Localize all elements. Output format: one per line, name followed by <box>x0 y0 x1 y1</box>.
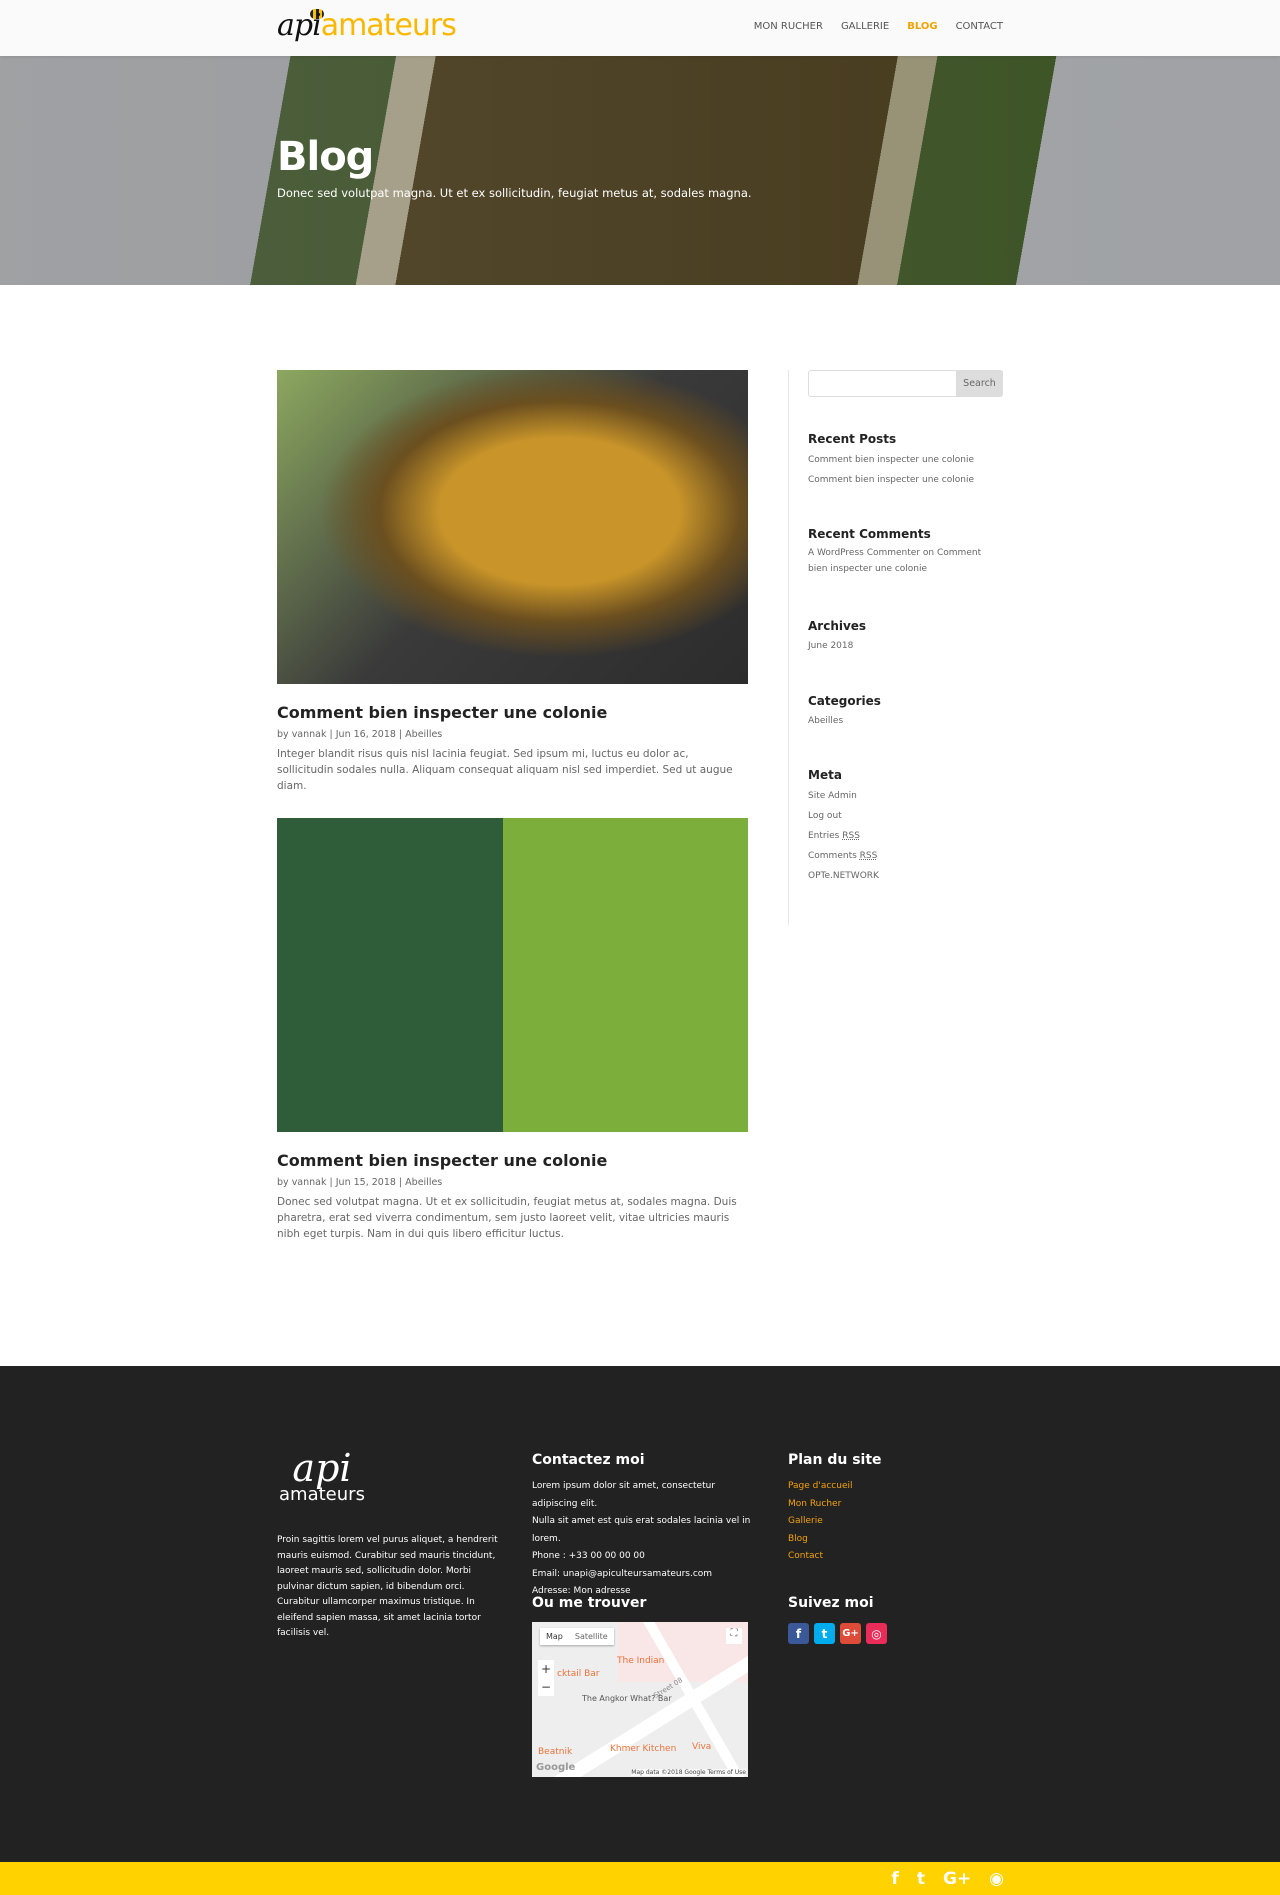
log-out-link[interactable]: Log out <box>808 811 842 821</box>
archive-link[interactable]: June 2018 <box>808 641 853 651</box>
footer-contact-title: Contactez moi <box>532 1452 645 1468</box>
bottom-social-icons: f t G+ ◉ <box>891 1869 1004 1889</box>
main-nav: MON RUCHER GALLERIE BLOG CONTACT <box>754 21 1003 32</box>
comment-author[interactable]: A WordPress Commenter <box>808 548 920 558</box>
site-header: apiamateurs MON RUCHER GALLERIE BLOG CON… <box>0 0 1280 56</box>
archives-list: June 2018 <box>808 636 1003 656</box>
widget-title: Categories <box>808 694 881 708</box>
map-zoom-out[interactable]: − <box>538 1678 554 1696</box>
map-tab-map[interactable]: Map <box>540 1628 569 1645</box>
category-link[interactable]: Abeilles <box>808 716 843 726</box>
search-button[interactable]: Search <box>956 370 1003 397</box>
site-logo[interactable]: apiamateurs <box>277 8 457 44</box>
hero-banner: Blog Donec sed volutpat magna. Ut et ex … <box>0 56 1280 285</box>
footer-sitemap: Page d'accueil Mon Rucher Gallerie Blog … <box>788 1478 853 1566</box>
sitemap-link-blog[interactable]: Blog <box>788 1534 808 1544</box>
recent-comment: A WordPress Commenter on Comment bien in… <box>808 548 982 574</box>
sidebar-divider <box>788 370 789 925</box>
page-subtitle: Donec sed volutpat magna. Ut et ex solli… <box>277 186 752 200</box>
facebook-icon[interactable]: f <box>788 1623 809 1644</box>
post-title[interactable]: Comment bien inspecter une colonie <box>277 703 607 722</box>
search-input[interactable] <box>808 370 956 397</box>
footer-about: Proin sagittis lorem vel purus aliquet, … <box>277 1535 498 1638</box>
nav-blog[interactable]: BLOG <box>907 21 937 32</box>
footer-social-title: Suivez moi <box>788 1595 874 1611</box>
map-terms-link[interactable]: Terms of Use <box>708 1769 746 1776</box>
widget-title: Meta <box>808 768 842 782</box>
post-excerpt: Integer blandit risus quis nisl lacinia … <box>277 748 733 792</box>
page-title: Blog <box>277 134 374 180</box>
social-icons: f t G+ ◎ <box>788 1623 887 1644</box>
site-admin-link[interactable]: Site Admin <box>808 791 857 801</box>
post-author[interactable]: vannak <box>292 1177 327 1188</box>
widget-title: Archives <box>808 619 867 633</box>
footer-sitemap-title: Plan du site <box>788 1452 882 1468</box>
sitemap-link-mon-rucher[interactable]: Mon Rucher <box>788 1499 841 1509</box>
map-zoom-in[interactable]: + <box>538 1660 554 1678</box>
nav-contact[interactable]: CONTACT <box>956 21 1003 32</box>
categories-list: Abeilles <box>808 711 1003 731</box>
footer-logo: api amateurs <box>279 1446 365 1505</box>
sitemap-link-contact[interactable]: Contact <box>788 1551 823 1561</box>
post-meta: by vannak | Jun 16, 2018 | Abeilles <box>277 729 443 740</box>
recent-posts-list: Comment bien inspecter une colonie Comme… <box>808 450 1003 490</box>
opte-network-link[interactable]: OPTe.NETWORK <box>808 871 879 881</box>
site-footer <box>0 1366 1280 1862</box>
google-plus-icon[interactable]: G+ <box>943 1869 971 1889</box>
footer-map-title: Ou me trouver <box>532 1595 647 1611</box>
widget-title: Recent Posts <box>808 432 897 446</box>
google-logo: Google <box>536 1762 576 1773</box>
post-title[interactable]: Comment bien inspecter une colonie <box>277 1151 607 1170</box>
sitemap-link-home[interactable]: Page d'accueil <box>788 1481 853 1491</box>
google-plus-icon[interactable]: G+ <box>840 1623 861 1644</box>
post-author[interactable]: vannak <box>292 729 327 740</box>
post-category[interactable]: Abeilles <box>405 729 442 740</box>
post-meta: by vannak | Jun 15, 2018 | Abeilles <box>277 1177 443 1188</box>
recent-post-link[interactable]: Comment bien inspecter une colonie <box>808 455 974 465</box>
twitter-icon[interactable]: t <box>814 1623 835 1644</box>
post-category[interactable]: Abeilles <box>405 1177 442 1188</box>
comments-rss-link[interactable]: Comments RSS <box>808 851 877 861</box>
facebook-icon[interactable]: f <box>891 1869 898 1889</box>
widget-title: Recent Comments <box>808 527 931 541</box>
entries-rss-link[interactable]: Entries RSS <box>808 831 860 841</box>
rss-icon[interactable]: ◉ <box>989 1869 1004 1889</box>
bottom-bar: f t G+ ◉ <box>0 1862 1280 1895</box>
instagram-icon[interactable]: ◎ <box>866 1623 887 1644</box>
post-image[interactable] <box>277 818 748 1132</box>
fullscreen-icon[interactable]: ⛶ <box>726 1628 742 1644</box>
nav-mon-rucher[interactable]: MON RUCHER <box>754 21 823 32</box>
sitemap-link-gallerie[interactable]: Gallerie <box>788 1516 823 1526</box>
nav-gallerie[interactable]: GALLERIE <box>841 21 889 32</box>
twitter-icon[interactable]: t <box>917 1869 925 1889</box>
post-excerpt: Donec sed volutpat magna. Ut et ex solli… <box>277 1196 737 1240</box>
footer-contact-info: Lorem ipsum dolor sit amet, consectetur … <box>532 1481 751 1596</box>
google-map[interactable]: Map Satellite ⛶ + − The Indian cktail Bar … <box>532 1622 748 1777</box>
post-image[interactable] <box>277 370 748 684</box>
recent-post-link[interactable]: Comment bien inspecter une colonie <box>808 475 974 485</box>
map-tab-satellite[interactable]: Satellite <box>569 1628 614 1645</box>
meta-list: Site Admin Log out Entries RSS Comments … <box>808 786 1003 886</box>
